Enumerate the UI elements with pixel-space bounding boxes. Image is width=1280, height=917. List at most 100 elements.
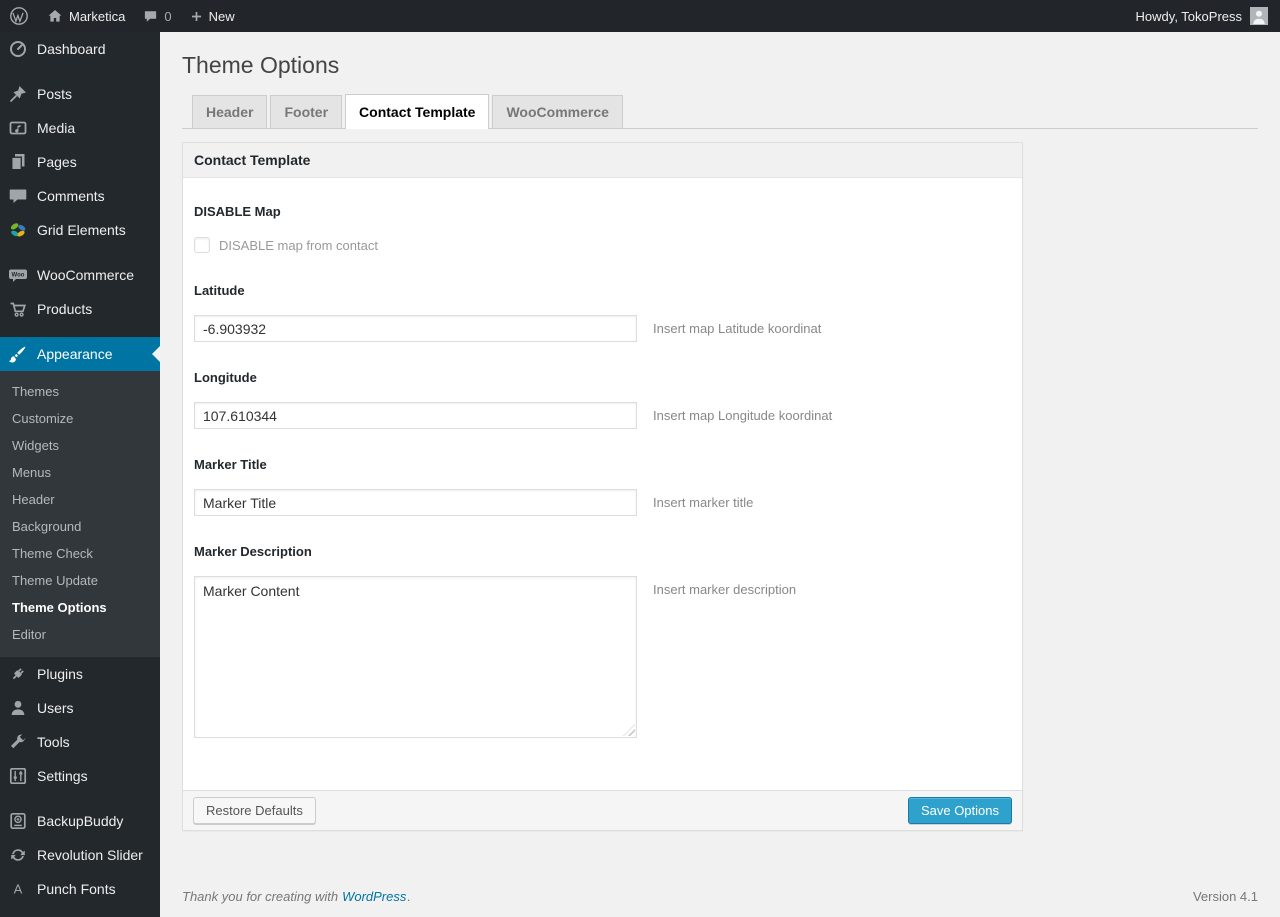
- submenu-item-customize[interactable]: Customize: [0, 405, 160, 432]
- comments-badge[interactable]: 0: [134, 0, 180, 32]
- wordpress-logo-menu[interactable]: [0, 0, 38, 32]
- wrench-icon: [8, 732, 28, 752]
- disable-map-checkbox[interactable]: [194, 237, 210, 253]
- submenu-item-background[interactable]: Background: [0, 513, 160, 540]
- page-title: Theme Options: [182, 52, 340, 78]
- admin-bar: Marketica 0 New Howdy, TokoPress: [0, 0, 1280, 32]
- panel-body: DISABLE Map DISABLE map from contact Lat…: [183, 178, 1022, 790]
- restore-defaults-button[interactable]: Restore Defaults: [193, 797, 316, 824]
- sidebar-item-label: Comments: [37, 188, 105, 204]
- sidebar-item-backupbuddy[interactable]: BackupBuddy: [0, 804, 160, 838]
- longitude-input[interactable]: [194, 402, 637, 429]
- tab-footer[interactable]: Footer: [270, 95, 343, 128]
- woocommerce-icon: Woo: [8, 265, 28, 285]
- new-label: New: [208, 8, 235, 24]
- sidebar-item-punch-fonts[interactable]: A Punch Fonts: [0, 872, 160, 906]
- cart-icon: [8, 299, 28, 319]
- sidebar-item-tools[interactable]: Tools: [0, 725, 160, 759]
- new-content-menu[interactable]: New: [181, 0, 244, 32]
- save-options-button[interactable]: Save Options: [907, 797, 1012, 824]
- longitude-hint: Insert map Longitude koordinat: [653, 408, 833, 423]
- sidebar-item-label: WooCommerce: [37, 267, 134, 283]
- site-name-label: Marketica: [69, 8, 126, 24]
- grid-elements-icon: [8, 220, 28, 240]
- brush-icon: [8, 344, 28, 364]
- sidebar-item-label: Settings: [37, 768, 88, 784]
- submenu-item-theme-check[interactable]: Theme Check: [0, 540, 160, 567]
- menu-separator: [0, 247, 160, 258]
- sidebar-item-posts[interactable]: Posts: [0, 77, 160, 111]
- site-name-link[interactable]: Marketica: [38, 0, 134, 32]
- menu-separator: [0, 66, 160, 77]
- sidebar-item-pages[interactable]: Pages: [0, 145, 160, 179]
- submenu-item-widgets[interactable]: Widgets: [0, 432, 160, 459]
- latitude-hint: Insert map Latitude koordinat: [653, 321, 822, 336]
- menu-separator: [0, 326, 160, 337]
- tab-header[interactable]: Header: [192, 95, 268, 128]
- sidebar-item-label: Appearance: [37, 346, 113, 362]
- marker-title-input[interactable]: [194, 489, 637, 516]
- footer-thanks-prefix: Thank you for creating with: [182, 889, 339, 904]
- sidebar-item-dashboard[interactable]: Dashboard: [0, 32, 160, 66]
- letter-a-icon: A: [8, 879, 28, 899]
- marker-title-field: Insert marker title: [194, 489, 1011, 516]
- plug-icon: [8, 664, 28, 684]
- marker-title-label: Marker Title: [194, 457, 267, 472]
- menu-separator: [0, 793, 160, 804]
- submenu-item-menus[interactable]: Menus: [0, 459, 160, 486]
- sidebar-item-users[interactable]: Users: [0, 691, 160, 725]
- tab-contact-template[interactable]: Contact Template: [345, 94, 490, 129]
- pages-icon: [8, 152, 28, 172]
- pushpin-icon: [8, 84, 28, 104]
- sidebar-item-woocommerce[interactable]: Woo WooCommerce: [0, 258, 160, 292]
- sidebar-item-products[interactable]: Products: [0, 292, 160, 326]
- submenu-item-editor[interactable]: Editor: [0, 621, 160, 648]
- plus-icon: [190, 10, 203, 23]
- avatar: [1250, 7, 1268, 25]
- sidebar-item-media[interactable]: Media: [0, 111, 160, 145]
- sidebar-item-label: Posts: [37, 86, 73, 102]
- sidebar-item-label: Products: [37, 301, 93, 317]
- marker-description-field: Marker Content Insert marker description: [194, 576, 1011, 738]
- latitude-field: Insert map Latitude koordinat: [194, 315, 1011, 342]
- home-icon: [47, 8, 63, 24]
- sidebar-item-plugins[interactable]: Plugins: [0, 657, 160, 691]
- media-icon: [8, 118, 28, 138]
- sidebar-item-label: Users: [37, 700, 74, 716]
- main-content: Theme Options Header Footer Contact Temp…: [160, 32, 1280, 917]
- submenu-item-themes[interactable]: Themes: [0, 378, 160, 405]
- latitude-label: Latitude: [194, 283, 245, 298]
- footer-thanks-text: Thank you for creating with WordPress.: [182, 889, 411, 904]
- sidebar-item-revolution-slider[interactable]: Revolution Slider: [0, 838, 160, 872]
- cycle-icon: [8, 845, 28, 865]
- submenu-item-theme-options[interactable]: Theme Options: [0, 594, 160, 621]
- sidebar-item-comments[interactable]: Comments: [0, 179, 160, 213]
- sidebar-item-label: Plugins: [37, 666, 83, 682]
- sidebar-item-appearance[interactable]: Appearance: [0, 337, 160, 371]
- marker-description-textarea[interactable]: Marker Content: [194, 576, 637, 738]
- wordpress-logo-icon: [9, 6, 29, 26]
- sidebar-item-label: BackupBuddy: [37, 813, 124, 829]
- submenu-item-header[interactable]: Header: [0, 486, 160, 513]
- sidebar-item-label: Pages: [37, 154, 77, 170]
- sidebar-item-label: Grid Elements: [37, 222, 126, 238]
- disable-map-checkbox-label[interactable]: DISABLE map from contact: [219, 238, 378, 253]
- dashboard-icon: [8, 39, 28, 59]
- sliders-icon: [8, 766, 28, 786]
- admin-bar-left: Marketica 0 New: [0, 0, 244, 32]
- svg-text:Woo: Woo: [12, 273, 25, 279]
- account-menu[interactable]: Howdy, TokoPress: [1136, 0, 1280, 32]
- submenu-item-theme-update[interactable]: Theme Update: [0, 567, 160, 594]
- tab-woocommerce[interactable]: WooCommerce: [492, 95, 623, 128]
- sidebar-item-settings[interactable]: Settings: [0, 759, 160, 793]
- sidebar-item-grid-elements[interactable]: Grid Elements: [0, 213, 160, 247]
- appearance-submenu: Themes Customize Widgets Menus Header Ba…: [0, 371, 160, 657]
- comment-bubble-icon: [143, 9, 158, 24]
- version-label: Version 4.1: [1192, 889, 1258, 904]
- user-icon: [8, 698, 28, 718]
- sidebar-item-label: Media: [37, 120, 76, 136]
- latitude-input[interactable]: [194, 315, 637, 342]
- comment-count: 0: [164, 8, 172, 24]
- wordpress-link[interactable]: WordPress: [342, 889, 406, 904]
- contact-template-panel: Contact Template DISABLE Map DISABLE map…: [182, 142, 1023, 831]
